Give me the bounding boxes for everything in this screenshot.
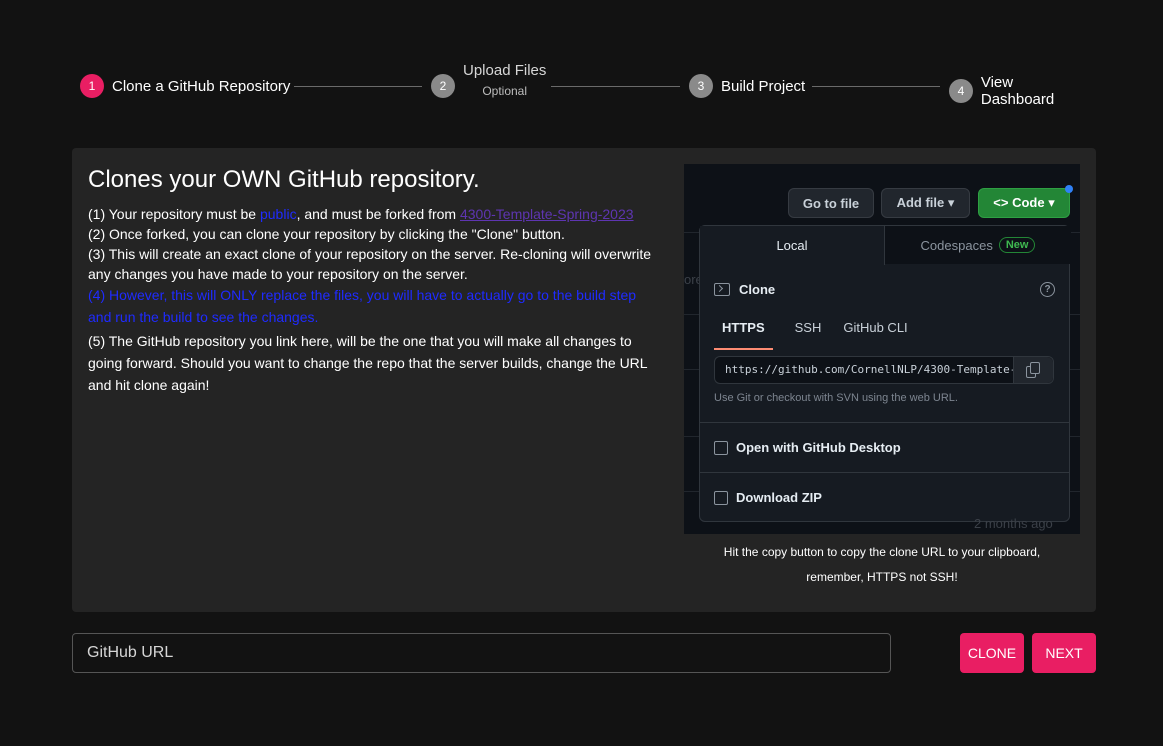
caption-line-1: Hit the copy button to copy the clone UR…	[723, 545, 1041, 559]
step-number-badge: 2	[431, 74, 455, 98]
open-desktop-label: Open with GitHub Desktop	[736, 440, 901, 455]
github-url-input[interactable]	[72, 633, 891, 673]
instruction-3: (3) This will create an exact clone of y…	[88, 246, 652, 282]
step-clone-repository[interactable]: 1 Clone a GitHub Repository	[80, 74, 290, 98]
step-number-badge: 4	[949, 79, 973, 103]
divider	[700, 422, 1069, 423]
stepper: 1 Clone a GitHub Repository 2 Upload Fil…	[80, 62, 1090, 112]
dropdown-tabs: Local Codespaces New	[700, 226, 1071, 265]
step-upload-files[interactable]: 2 Upload Files Optional	[431, 62, 546, 98]
instruction-1: (1) Your repository must be public, and …	[88, 204, 654, 224]
tab-local: Local	[700, 226, 885, 265]
step-number-badge: 3	[689, 74, 713, 98]
instruction-1-prefix: (1) Your repository must be	[88, 206, 260, 222]
copy-icon	[1013, 357, 1053, 383]
public-link[interactable]: public	[260, 206, 297, 222]
step-view-dashboard[interactable]: 4 View Dashboard	[949, 74, 1090, 108]
step-label: Build Project	[721, 77, 806, 95]
step-label: Upload Files	[463, 62, 547, 79]
step-connector	[294, 86, 422, 87]
go-to-file-button: Go to file	[788, 188, 874, 218]
instruction-1-mid: , and must be forked from	[296, 206, 460, 222]
screenshot-caption: Hit the copy button to copy the clone UR…	[684, 540, 1080, 590]
tab-codespaces-label: Codespaces	[920, 237, 993, 253]
step-connector	[812, 86, 940, 87]
desktop-icon	[714, 440, 728, 455]
new-badge: New	[998, 237, 1036, 253]
step-label: View Dashboard	[980, 74, 1055, 108]
tab-https: HTTPS	[714, 320, 773, 350]
next-button[interactable]: NEXT	[1032, 633, 1096, 673]
instruction-4: (4) However, this will ONLY replace the …	[88, 287, 637, 325]
clone-button[interactable]: CLONE	[960, 633, 1024, 673]
open-desktop-item: Open with GitHub Desktop	[714, 440, 901, 455]
tab-github-cli: GitHub CLI	[843, 320, 908, 335]
tab-ssh: SSH	[794, 320, 822, 335]
template-repo-link[interactable]: 4300-Template-Spring-2023	[460, 206, 634, 222]
clone-url-box: https://github.com/CornellNLP/4300-Templ…	[714, 356, 1054, 384]
step-build-project[interactable]: 3 Build Project	[689, 74, 805, 98]
help-icon: ?	[1040, 282, 1055, 297]
instructions-card: Clones your OWN GitHub repository. (1) Y…	[72, 148, 1096, 612]
instructions-text: (1) Your repository must be public, and …	[88, 204, 654, 396]
instruction-2: (2) Once forked, you can clone your repo…	[88, 226, 565, 242]
tab-codespaces: Codespaces New	[885, 226, 1071, 264]
code-button: <> Code ▾	[978, 188, 1070, 218]
url-hint: Use Git or checkout with SVN using the w…	[714, 392, 958, 404]
download-zip-label: Download ZIP	[736, 490, 822, 505]
protocol-tabs: HTTPS SSH GitHub CLI	[714, 320, 938, 350]
terminal-icon	[714, 283, 730, 296]
step-label: Clone a GitHub Repository	[112, 77, 291, 95]
zip-icon	[714, 490, 728, 505]
divider	[700, 472, 1069, 473]
step-connector	[551, 86, 680, 87]
clone-heading-label: Clone	[739, 282, 776, 297]
caption-line-2: remember, HTTPS not SSH!	[806, 570, 958, 584]
notification-dot	[1065, 185, 1073, 193]
clone-url-text: https://github.com/CornellNLP/4300-Templ…	[725, 363, 1013, 376]
step-optional-label: Optional	[482, 84, 528, 98]
card-title: Clones your OWN GitHub repository.	[88, 166, 480, 193]
background-timestamp: 2 months ago	[974, 516, 1053, 531]
github-clone-screenshot: ore Go to file Add file ▾ <> Code ▾ Loca…	[684, 164, 1080, 534]
clone-heading: Clone	[714, 282, 775, 297]
download-zip-item: Download ZIP	[714, 490, 822, 505]
clone-dropdown: Local Codespaces New Clone ? HTTPS SSH G…	[699, 225, 1071, 522]
step-number-badge: 1	[80, 74, 104, 98]
add-file-button: Add file ▾	[881, 188, 970, 218]
instruction-5: (5) The GitHub repository you link here,…	[88, 333, 648, 393]
